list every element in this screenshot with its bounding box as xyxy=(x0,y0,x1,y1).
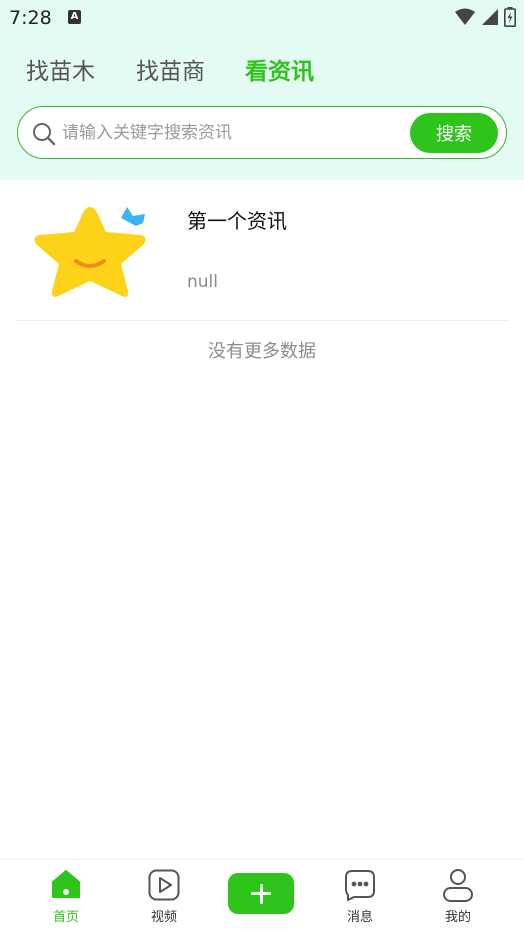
user-icon xyxy=(443,869,473,902)
play-icon xyxy=(148,869,180,901)
no-more-data-text: 没有更多数据 xyxy=(208,341,316,362)
search-button[interactable]: 搜索 xyxy=(410,113,498,153)
message-icon xyxy=(345,870,375,901)
tab-find-dealers[interactable]: 找苗商 xyxy=(136,52,205,86)
news-list-item[interactable]: 第一个资讯 null xyxy=(16,181,508,321)
status-icons xyxy=(454,6,516,28)
nav-video[interactable]: 视频 xyxy=(124,860,204,931)
wifi-icon xyxy=(454,8,475,25)
bottom-nav: 首页 视频 消息 我的 xyxy=(0,859,524,931)
tab-find-seedlings[interactable]: 找苗木 xyxy=(26,52,95,86)
nav-home[interactable]: 首页 xyxy=(26,860,106,931)
status-bar: 7:28 A xyxy=(0,0,524,36)
search-bar: 搜索 xyxy=(17,106,507,159)
publish-button[interactable] xyxy=(228,873,294,914)
status-time: 7:28 xyxy=(9,7,52,29)
nav-messages-label: 消息 xyxy=(346,910,373,925)
star-icon xyxy=(34,207,146,297)
news-summary: null xyxy=(187,272,218,292)
search-icon xyxy=(33,123,56,146)
signal-icon xyxy=(481,8,498,25)
battery-charging-icon xyxy=(504,6,516,27)
tab-news[interactable]: 看资讯 xyxy=(245,52,314,86)
news-title: 第一个资讯 xyxy=(187,209,287,233)
home-icon xyxy=(52,870,80,898)
nav-messages[interactable]: 消息 xyxy=(320,860,400,931)
a-icon: A xyxy=(68,10,81,24)
nav-profile-label: 我的 xyxy=(444,910,471,925)
nav-video-label: 视频 xyxy=(150,910,177,925)
nav-profile[interactable]: 我的 xyxy=(418,860,498,931)
header: 7:28 A 找苗木 找苗商 看资讯 搜索 xyxy=(0,0,524,180)
nav-home-label: 首页 xyxy=(52,910,79,925)
search-input[interactable] xyxy=(62,116,402,150)
